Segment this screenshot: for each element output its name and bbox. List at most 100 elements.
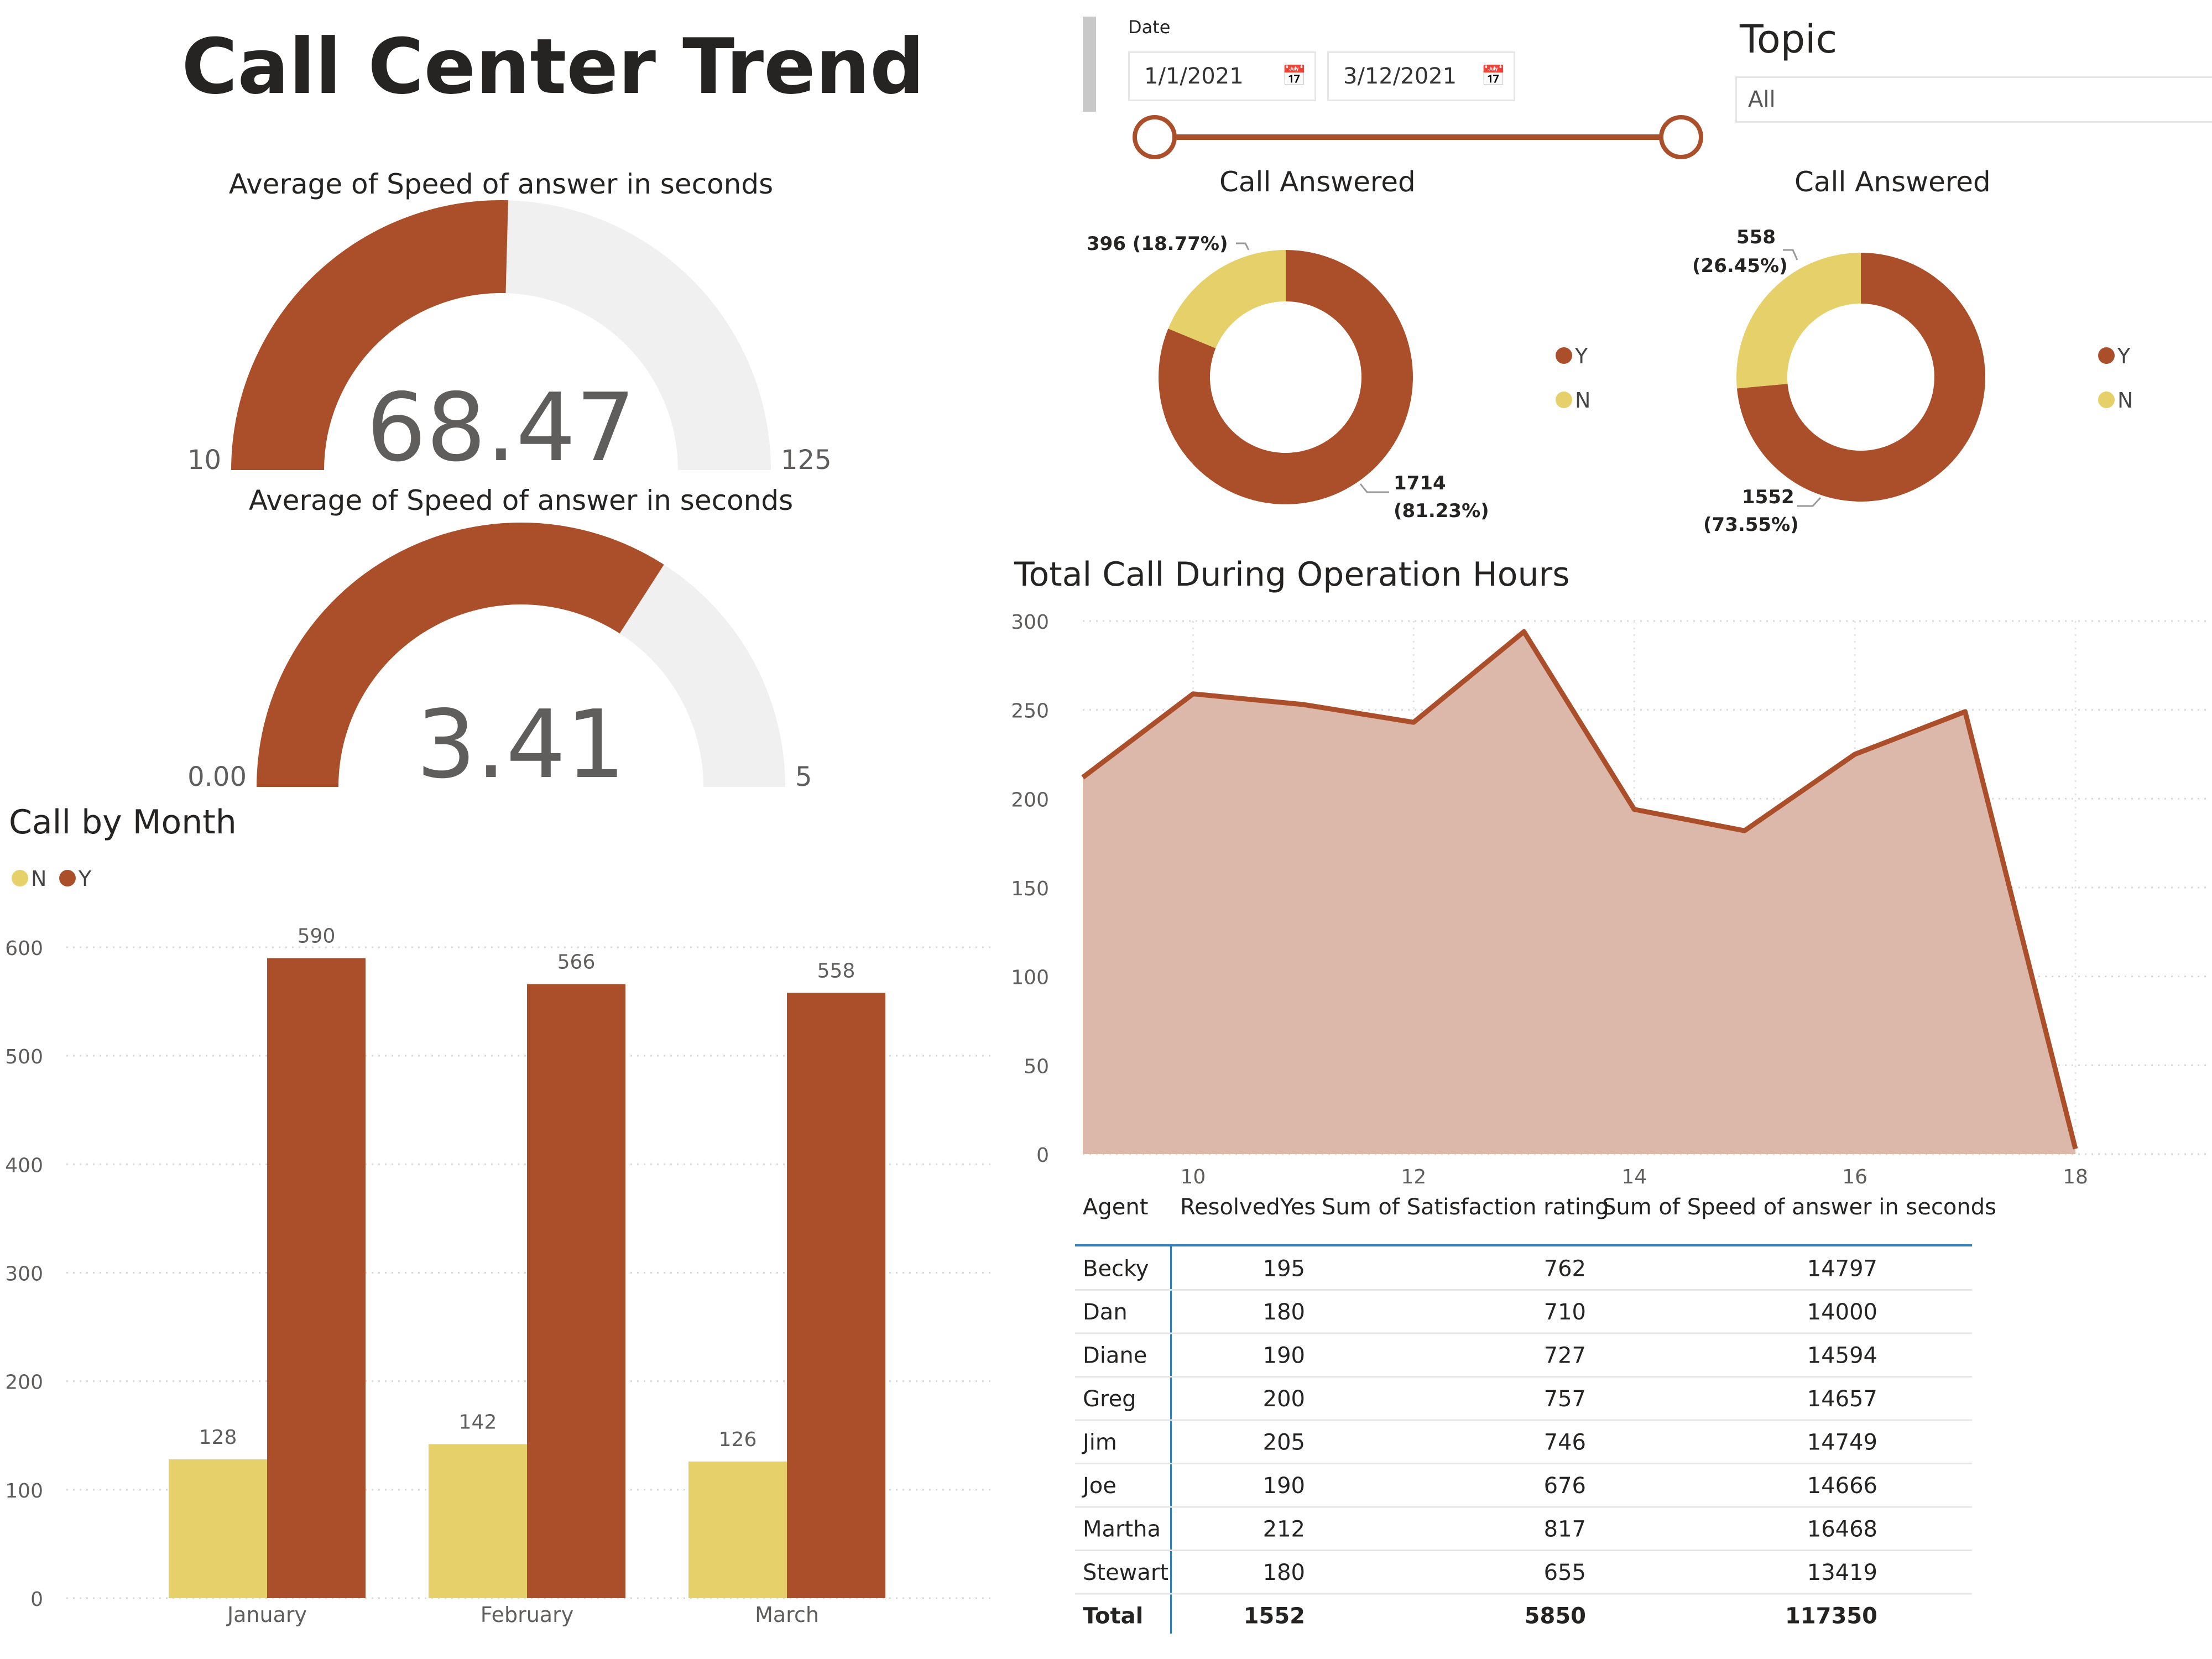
table-cell-agent: Diane [1083, 1343, 1147, 1368]
bar-category-label: January [226, 1603, 307, 1627]
start-date-input[interactable]: 1/1/2021 📅 [1128, 51, 1316, 101]
donut1-label-y-pct: (81.23%) [1394, 500, 1489, 522]
gauge1-min-label: 0.00 [187, 761, 247, 792]
table-cell-agent: Dan [1083, 1300, 1128, 1325]
donut1-legend-y-marker [1556, 347, 1572, 364]
donut2-leader-y [1797, 497, 1822, 507]
bar-y-february [527, 984, 625, 1598]
slider-end-handle[interactable] [1659, 115, 1703, 159]
gauge1-max-label: 5 [795, 761, 812, 792]
topic-dropdown-value: All [1748, 87, 1776, 112]
donut2-label-y-value: 1552 [1742, 486, 1794, 508]
donut-call-answered-2 [1736, 253, 1985, 502]
end-date-input[interactable]: 3/12/2021 📅 [1327, 51, 1515, 101]
bar-y-january [267, 958, 366, 1598]
table-cell-value: 14666 [1807, 1473, 1877, 1499]
donut2-legend-n-marker [2098, 392, 2115, 408]
table-cell-value: 757 [1544, 1386, 1586, 1412]
donut1-legend-y: Y [1574, 344, 1588, 368]
table-cell-value: 746 [1544, 1430, 1586, 1455]
table-header-resolved: ResolvedYes [1180, 1194, 1316, 1220]
bar-data-label: 590 [298, 925, 336, 948]
donut2-legend-y: Y [2117, 344, 2131, 368]
table-cell-value: 212 [1263, 1516, 1305, 1542]
table-cell-agent: Jim [1081, 1430, 1117, 1455]
end-date-value: 3/12/2021 [1343, 64, 1457, 89]
area-chart-title: Total Call During Operation Hours [1014, 555, 1570, 594]
donut2-legend-y-marker [2098, 347, 2115, 364]
gauge1-value: 3.41 [416, 690, 626, 800]
donut2-label-n-pct: (26.45%) [1692, 255, 1788, 277]
gauge1-title: Average of Speed of answer in seconds [249, 484, 793, 517]
bar-y-march [787, 993, 885, 1598]
table-cell-value: 14000 [1807, 1300, 1877, 1325]
table-cell-value: 16468 [1807, 1516, 1877, 1542]
legend-n-label: N [31, 867, 46, 891]
area-xtick-label: 16 [1842, 1166, 1867, 1188]
table-total-value: 5850 [1525, 1603, 1586, 1629]
bar-ytick-label: 100 [5, 1480, 43, 1503]
table-cell-value: 13419 [1807, 1560, 1877, 1585]
calendar-icon[interactable]: 📅 [1282, 53, 1307, 100]
date-range-slider[interactable] [1123, 111, 1720, 166]
bar-category-label: February [481, 1603, 573, 1627]
topic-dropdown[interactable]: All [1735, 76, 2212, 123]
table-cell-value: 180 [1263, 1300, 1305, 1325]
gauges-area: Average of Speed of answer in seconds68.… [187, 168, 832, 800]
donut2-label-y-pct: (73.55%) [1703, 514, 1799, 536]
legend-n-marker [12, 870, 28, 886]
donut1-legend-n-marker [1556, 392, 1572, 408]
bar-ytick-label: 200 [5, 1371, 43, 1394]
bar-ytick-label: 0 [30, 1588, 43, 1611]
table-cell-value: 195 [1263, 1256, 1305, 1281]
table-header-speed: Sum of Speed of answer in seconds [1602, 1194, 1996, 1220]
table-cell-value: 817 [1544, 1516, 1586, 1542]
table-cell-value: 190 [1263, 1473, 1305, 1499]
date-slicer-label: Date [1128, 17, 1171, 38]
table-cell-value: 710 [1544, 1300, 1586, 1325]
table-cell-agent: Greg [1083, 1386, 1136, 1412]
calendar-icon[interactable]: 📅 [1481, 53, 1506, 100]
table-cell-value: 190 [1263, 1343, 1305, 1368]
table-total-label: Total [1083, 1603, 1143, 1629]
table-cell-agent: Becky [1083, 1256, 1149, 1281]
donut1-title: Call Answered [1219, 166, 1416, 198]
gauge0-value: 68.47 [367, 373, 636, 483]
table-header-satisfaction: Sum of Satisfaction rating [1322, 1194, 1609, 1220]
table-cell-value: 655 [1544, 1560, 1586, 1585]
bar-data-label: 558 [817, 959, 855, 982]
gauge0-title: Average of Speed of answer in seconds [229, 168, 773, 200]
donut1-legend-n: N [1575, 388, 1590, 413]
bar-category-label: March [755, 1603, 819, 1627]
table-cell-value: 200 [1263, 1386, 1305, 1412]
table-cell-value: 676 [1544, 1473, 1586, 1499]
donut1-slice-n [1168, 250, 1286, 348]
table-cell-value: 14749 [1807, 1430, 1877, 1455]
donut1-label-y-value: 1714 [1394, 472, 1446, 494]
table-total-value: 1552 [1244, 1603, 1305, 1629]
table-cell-agent: Joe [1081, 1473, 1117, 1499]
donut2-label-n-value: 558 [1736, 226, 1776, 248]
donut-legends: Y N Y N [1556, 344, 2133, 413]
bar-n-january [169, 1459, 267, 1598]
slider-start-handle[interactable] [1133, 115, 1177, 159]
area-ytick-label: 200 [1011, 789, 1049, 811]
table-cell-agent: Stewart [1083, 1560, 1168, 1585]
donut1-label-n: 396 (18.77%) [1087, 233, 1228, 255]
agent-table: Becky 195 762 14797 Dan 180 710 14000 Diane 190 72… [1075, 1256, 1972, 1629]
bar-chart-legend: N Y [12, 867, 92, 891]
bar-data-label: 566 [557, 951, 596, 974]
area-xtick-label: 14 [1621, 1166, 1647, 1188]
table-cell-value: 205 [1263, 1430, 1305, 1455]
area-xtick-label: 10 [1181, 1166, 1206, 1188]
gauge0-min-label: 10 [187, 445, 221, 476]
donut1-leader-y [1359, 483, 1389, 493]
topic-slicer-title: Topic [1740, 17, 1838, 62]
table-cell-value: 180 [1263, 1560, 1305, 1585]
bar-data-label: 126 [719, 1428, 757, 1451]
table-cell-value: 14657 [1807, 1386, 1877, 1412]
slicer-handle-bar [1083, 17, 1096, 112]
donut2-title: Call Answered [1794, 166, 1991, 198]
bar-n-march [688, 1461, 787, 1598]
legend-y-label: Y [78, 867, 92, 891]
